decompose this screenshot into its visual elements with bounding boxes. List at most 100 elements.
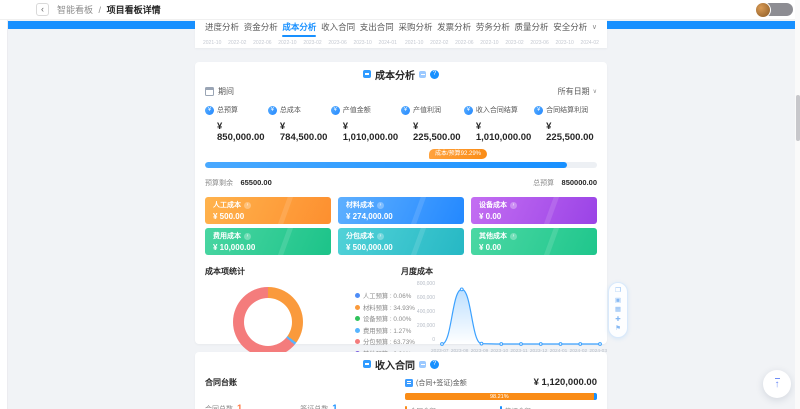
cost-card[interactable]: 设备成本› ¥ 0.00 [471,197,597,224]
axis-tick: 2022-10 [278,40,296,46]
cost-card[interactable]: 人工成本› ¥ 500.00 [205,197,331,224]
y-axis-tick: 0 [411,337,435,343]
income-legend-item: 签证金额 ¥ 20,000.00 [500,405,595,409]
budget-remaining: 预算剩余 65500.00 [205,172,272,190]
legend-item: 设备预算 : 0.00% [355,314,415,323]
amount-value: ¥ 1,120,000.00 [534,377,597,388]
budget-progress-track [205,162,597,168]
donut-legend-dot [355,339,360,344]
budget-remaining-value: 65500.00 [240,178,271,187]
flag-icon[interactable]: ⚑ [615,325,621,333]
contract-count-group: 合同总数 1 [205,403,242,409]
title-deco-right-icon [419,71,426,78]
ledger-counts: 合同总数 1 签证总数 1 [205,403,405,409]
donut-legend: 人工预算 : 0.06% 材料预算 : 34.93% 设备预算 : 0.00% … [355,291,415,358]
cost-card-value: ¥ 500.00 [213,212,323,221]
cost-card[interactable]: 材料成本› ¥ 274,000.00 [338,197,464,224]
title-deco-right-icon [419,361,426,368]
income-bar-fill: 98.21% [405,393,594,400]
cost-card-label: 分包成本 [346,231,374,241]
area-chart-svg [438,284,604,346]
cost-card-label: 费用成本 [213,231,241,241]
cost-card-value: ¥ 0.00 [479,212,589,221]
legend-item: 人工预算 : 0.06% [355,291,415,300]
stat-value: ¥ 1,010,000.00 [331,121,401,143]
legend-label: 设备预算 : 0.00% [363,314,411,323]
legend-item: 分包预算 : 63.73% [355,337,415,346]
date-filter-dropdown[interactable]: 所有日期 ∨ [558,86,597,97]
scrolled-chart-axis-labels: 2021-10 2022-02 2022-06 2022-10 2023-02 … [195,40,607,46]
donut-legend-dot [355,316,360,321]
stat-total-budget: ¥总预算 ¥ 850,000.00 [205,105,268,143]
cost-card[interactable]: 其他成本› ¥ 0.00 [471,228,597,255]
income-contract-section: 收入合同 ? 合同台账 合同总数 1 签证总数 1 [195,352,607,409]
grid-icon[interactable]: ▦ [615,306,621,314]
y-axis-tick: 600,000 [411,295,435,301]
cost-stats-row: ¥总预算 ¥ 850,000.00 ¥总成本 ¥ 784,500.00 ¥产值金… [205,105,597,143]
contract-amount-block: (合同+签证)金额 ¥ 1,120,000.00 98.21% 合同金额 [405,377,597,409]
donut-legend-dot [355,305,360,310]
image-icon[interactable]: ▣ [615,297,621,305]
axis-tick: 2022-10 [480,40,498,46]
arrow-right-icon: › [244,233,251,240]
chart-titles-row: 成本项统计 月度成本 [205,266,597,277]
axis-tick: 2023-10 [555,40,573,46]
title-deco-left-icon [363,360,371,368]
contract-count-value[interactable]: 1 [237,403,242,409]
floating-widget-toolbar: ❐ ▣ ▦ ✚ ⚑ [608,282,628,338]
budget-remaining-label: 预算剩余 [205,180,233,187]
legend-item: 材料预算 : 34.93% [355,303,415,312]
income-bar-percent-label: 98.21% [490,394,509,400]
plus-icon[interactable]: ✚ [615,316,620,324]
cost-section-title: 成本分析 [375,67,415,82]
tabs-overflow-chevron-icon[interactable]: ∨ [592,23,597,31]
back-to-top-button[interactable]: ↑ [763,370,791,398]
donut-chart-title: 成本项统计 [205,266,245,277]
stat-label: 合同结算利润 [546,105,588,115]
contract-count-label: 合同总数 [205,404,233,409]
cost-card-value: ¥ 10,000.00 [213,243,323,252]
income-section-title-row: 收入合同 ? [205,352,597,372]
help-icon[interactable]: ? [430,70,439,79]
help-icon[interactable]: ? [430,360,439,369]
visa-count-value[interactable]: 1 [332,403,337,409]
stat-output-amount: ¥产值金额 ¥ 1,010,000.00 [331,105,401,143]
stat-value: ¥ 225,500.00 [534,121,597,143]
y-axis-tick: 400,000 [411,309,435,315]
monthly-chart-title: 月度成本 [401,266,597,277]
y-axis-tick: 800,000 [411,281,435,287]
legend-label: 分包预算 : 63.73% [363,337,415,346]
stat-value: ¥ 225,500.00 [401,121,464,143]
budget-total-label: 总预算 [533,180,554,187]
scrollbar-thumb[interactable] [796,95,800,141]
budget-badge-row: 成本/预算92.29% [205,149,597,160]
user-avatar[interactable] [755,2,771,18]
coin-icon: ¥ [268,106,277,115]
y-axis-tick: 200,000 [411,323,435,329]
axis-tick: 2022-02 [228,40,246,46]
collapsed-left-sidebar [0,0,8,409]
stat-value: ¥ 850,000.00 [205,121,268,143]
income-legend-item: 合同金额 ¥ 1,100,000.00 [405,405,500,409]
axis-tick: 2022-02 [430,40,448,46]
arrow-right-icon: › [244,202,251,209]
cost-card[interactable]: 费用成本› ¥ 10,000.00 [205,228,331,255]
axis-tick: 2022-06 [455,40,473,46]
back-button[interactable]: ‹ [36,3,49,16]
project-kanban-detail-page: ‹ 智能看板 / 项目看板详情 进度分析 资金分析 成本分析 收入合同 支出合同… [0,0,800,409]
legend-label: 材料预算 : 34.93% [363,303,415,312]
cost-donut-chart [233,287,303,357]
breadcrumb: 智能看板 / 项目看板详情 [57,0,161,20]
breadcrumb-root[interactable]: 智能看板 [57,5,93,15]
axis-tick: 2022-06 [253,40,271,46]
contract-ledger-block: 合同台账 合同总数 1 签证总数 1 [205,377,405,409]
coin-icon: ¥ [401,106,410,115]
page-scrollbar [795,0,800,409]
windows-icon[interactable]: ❐ [615,287,621,295]
visa-count-group: 签证总数 1 [300,403,337,409]
cost-card-value: ¥ 274,000.00 [346,212,456,221]
ledger-title: 合同台账 [205,377,405,388]
stat-label: 总成本 [280,105,301,115]
cost-card-label: 人工成本 [213,200,241,210]
cost-card[interactable]: 分包成本› ¥ 500,000.00 [338,228,464,255]
